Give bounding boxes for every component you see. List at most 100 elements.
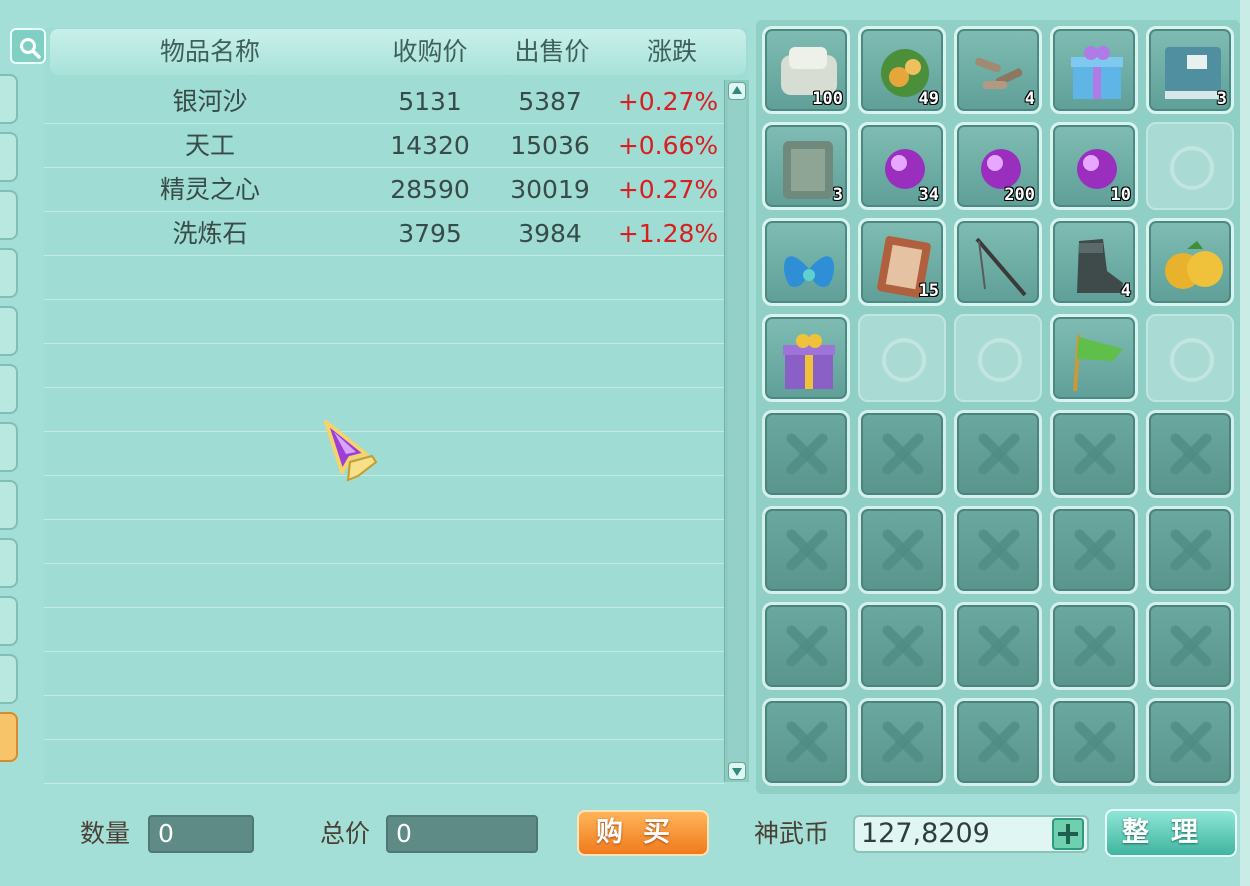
- locked-inventory-slot[interactable]: [858, 698, 946, 786]
- buy-button[interactable]: 购买: [577, 810, 709, 856]
- side-tab-4[interactable]: [0, 248, 18, 298]
- locked-inventory-slot[interactable]: [1050, 602, 1138, 690]
- sort-inventory-button[interactable]: 整理: [1105, 809, 1237, 857]
- scroll-track[interactable]: [728, 100, 746, 762]
- market-table-header: 物品名称 收购价 出售价 涨跌: [50, 29, 746, 75]
- empty-inventory-slot[interactable]: [858, 314, 946, 402]
- item-quantity: 3: [1216, 89, 1227, 109]
- inventory-slot[interactable]: 4: [1050, 218, 1138, 306]
- locked-inventory-slot[interactable]: [954, 410, 1042, 498]
- header-buy-price: 收购价: [392, 37, 468, 66]
- gift-box-purple-icon: [783, 334, 835, 389]
- side-tab-2[interactable]: [0, 132, 18, 182]
- market-row[interactable]: 洗炼石 3795 3984 +1.28%: [44, 211, 724, 256]
- inventory-slot[interactable]: 200: [954, 122, 1042, 210]
- empty-market-row[interactable]: [44, 519, 724, 564]
- market-row[interactable]: 银河沙 5131 5387 +0.27%: [44, 79, 724, 124]
- gift-box-blue-icon: [1071, 46, 1123, 99]
- locked-inventory-slot[interactable]: [1146, 602, 1234, 690]
- empty-market-row[interactable]: [44, 299, 724, 344]
- quantity-label: 数量: [80, 819, 131, 848]
- empty-inventory-slot[interactable]: [1146, 122, 1234, 210]
- locked-inventory-slot[interactable]: [762, 410, 850, 498]
- locked-x-icon: [1071, 623, 1117, 669]
- side-tab-5[interactable]: [0, 306, 18, 356]
- empty-market-row[interactable]: [44, 695, 724, 740]
- quantity-field[interactable]: 0: [148, 815, 254, 853]
- empty-market-row[interactable]: [44, 607, 724, 652]
- market-row[interactable]: 天工 14320 15036 +0.66%: [44, 123, 724, 168]
- game-cursor-icon: [322, 420, 380, 488]
- locked-inventory-slot[interactable]: [858, 410, 946, 498]
- side-tab-9[interactable]: [0, 538, 18, 588]
- locked-x-icon: [1071, 719, 1117, 765]
- empty-market-row[interactable]: [44, 651, 724, 696]
- inventory-slot[interactable]: [1050, 314, 1138, 402]
- empty-slot-emblem-icon: [882, 338, 926, 382]
- scroll-down-button[interactable]: [728, 762, 746, 780]
- buy-price: 5131: [398, 87, 462, 116]
- side-tab-6[interactable]: [0, 364, 18, 414]
- inventory-slot[interactable]: 34: [858, 122, 946, 210]
- item-quantity: 10: [1110, 185, 1131, 205]
- empty-inventory-slot[interactable]: [954, 314, 1042, 402]
- empty-market-row[interactable]: [44, 255, 724, 300]
- inventory-slot[interactable]: 15: [858, 218, 946, 306]
- item-quantity: 100: [812, 89, 843, 109]
- empty-market-row[interactable]: [44, 739, 724, 784]
- locked-inventory-slot[interactable]: [858, 602, 946, 690]
- side-tab-10[interactable]: [0, 596, 18, 646]
- locked-x-icon: [1071, 431, 1117, 477]
- inventory-slot[interactable]: [762, 314, 850, 402]
- side-tab-active[interactable]: [0, 712, 18, 762]
- locked-inventory-slot[interactable]: [762, 506, 850, 594]
- empty-slot-emblem-icon: [978, 338, 1022, 382]
- inventory-slot[interactable]: 4: [954, 26, 1042, 114]
- market-row[interactable]: 精灵之心 28590 30019 +0.27%: [44, 167, 724, 212]
- inventory-slot[interactable]: 100: [762, 26, 850, 114]
- search-button[interactable]: [10, 28, 46, 64]
- list-scrollbar[interactable]: [724, 80, 749, 782]
- locked-x-icon: [879, 719, 925, 765]
- locked-inventory-slot[interactable]: [858, 506, 946, 594]
- side-tab-8[interactable]: [0, 480, 18, 530]
- empty-inventory-slot[interactable]: [1146, 314, 1234, 402]
- locked-x-icon: [1167, 623, 1213, 669]
- inventory-slot[interactable]: [1050, 26, 1138, 114]
- locked-inventory-slot[interactable]: [1146, 506, 1234, 594]
- locked-inventory-slot[interactable]: [1146, 410, 1234, 498]
- side-tab-11[interactable]: [0, 654, 18, 704]
- locked-inventory-slot[interactable]: [1146, 698, 1234, 786]
- inventory-slot[interactable]: 10: [1050, 122, 1138, 210]
- locked-inventory-slot[interactable]: [762, 698, 850, 786]
- arrow-down-icon: [732, 768, 742, 776]
- inventory-slot[interactable]: 3: [762, 122, 850, 210]
- empty-market-row[interactable]: [44, 343, 724, 388]
- add-currency-button[interactable]: [1052, 818, 1084, 850]
- side-tab-1[interactable]: [0, 74, 18, 124]
- inventory-slot[interactable]: [1146, 218, 1234, 306]
- locked-inventory-slot[interactable]: [1050, 410, 1138, 498]
- locked-inventory-slot[interactable]: [1050, 698, 1138, 786]
- green-flag-icon: [1073, 334, 1123, 392]
- inventory-slot[interactable]: 3: [1146, 26, 1234, 114]
- locked-inventory-slot[interactable]: [762, 602, 850, 690]
- side-tab-3[interactable]: [0, 190, 18, 240]
- inventory-slot[interactable]: 49: [858, 26, 946, 114]
- empty-market-row[interactable]: [44, 563, 724, 608]
- side-tab-7[interactable]: [0, 422, 18, 472]
- locked-inventory-slot[interactable]: [954, 602, 1042, 690]
- locked-x-icon: [975, 719, 1021, 765]
- inventory-slot[interactable]: [762, 218, 850, 306]
- sell-price: 3984: [518, 219, 582, 248]
- inventory-slot[interactable]: [954, 218, 1042, 306]
- empty-market-row[interactable]: [44, 475, 724, 520]
- locked-x-icon: [1167, 719, 1213, 765]
- total-price-field: 0: [386, 815, 538, 853]
- empty-market-row[interactable]: [44, 431, 724, 476]
- locked-inventory-slot[interactable]: [954, 698, 1042, 786]
- scroll-up-button[interactable]: [728, 82, 746, 100]
- empty-market-row[interactable]: [44, 387, 724, 432]
- locked-inventory-slot[interactable]: [954, 506, 1042, 594]
- locked-inventory-slot[interactable]: [1050, 506, 1138, 594]
